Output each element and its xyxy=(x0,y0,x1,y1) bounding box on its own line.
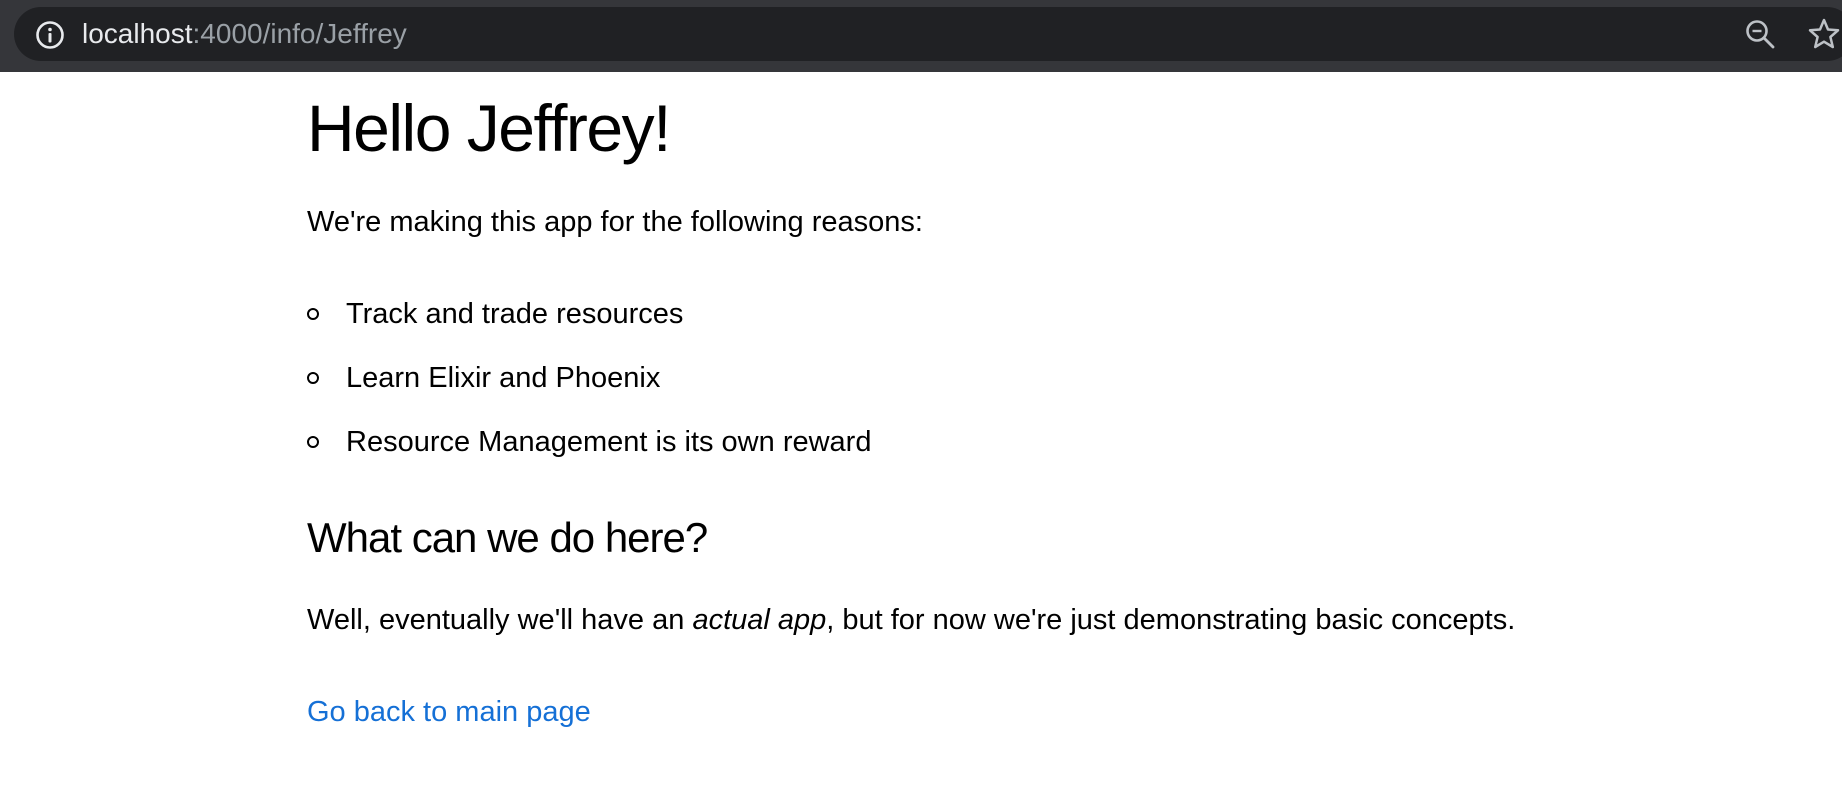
reason-list: Track and trade resources Learn Elixir a… xyxy=(307,294,871,486)
bullet-icon xyxy=(307,308,319,320)
list-item: Track and trade resources xyxy=(307,294,871,358)
explanation-emphasis: actual app xyxy=(692,604,827,636)
bullet-icon xyxy=(307,372,319,384)
list-item: Resource Management is its own reward xyxy=(307,422,871,486)
url-host: localhost xyxy=(82,18,193,49)
bullet-icon xyxy=(307,436,319,448)
page-title: Hello Jeffrey! xyxy=(307,91,671,165)
info-icon[interactable] xyxy=(35,20,65,50)
list-item-text: Resource Management is its own reward xyxy=(346,426,872,458)
list-item-text: Track and trade resources xyxy=(346,298,684,330)
section-heading: What can we do here? xyxy=(307,514,708,561)
browser-toolbar: localhost:4000/info/Jeffrey xyxy=(0,0,1842,72)
back-to-main-link[interactable]: Go back to main page xyxy=(307,692,591,732)
zoom-icon[interactable] xyxy=(1744,18,1776,50)
explanation-start: Well, eventually we'll have an xyxy=(307,604,693,636)
url-text[interactable]: localhost:4000/info/Jeffrey xyxy=(82,17,407,51)
url-path: :4000/info/Jeffrey xyxy=(192,18,407,49)
explanation-end: , but for now we're just demonstrating b… xyxy=(826,604,1516,636)
list-item-text: Learn Elixir and Phoenix xyxy=(346,362,661,394)
intro-text: We're making this app for the following … xyxy=(307,206,923,238)
list-item: Learn Elixir and Phoenix xyxy=(307,358,871,422)
explanation-text: Well, eventually we'll have an actual ap… xyxy=(307,600,1515,640)
star-icon[interactable] xyxy=(1807,17,1841,51)
